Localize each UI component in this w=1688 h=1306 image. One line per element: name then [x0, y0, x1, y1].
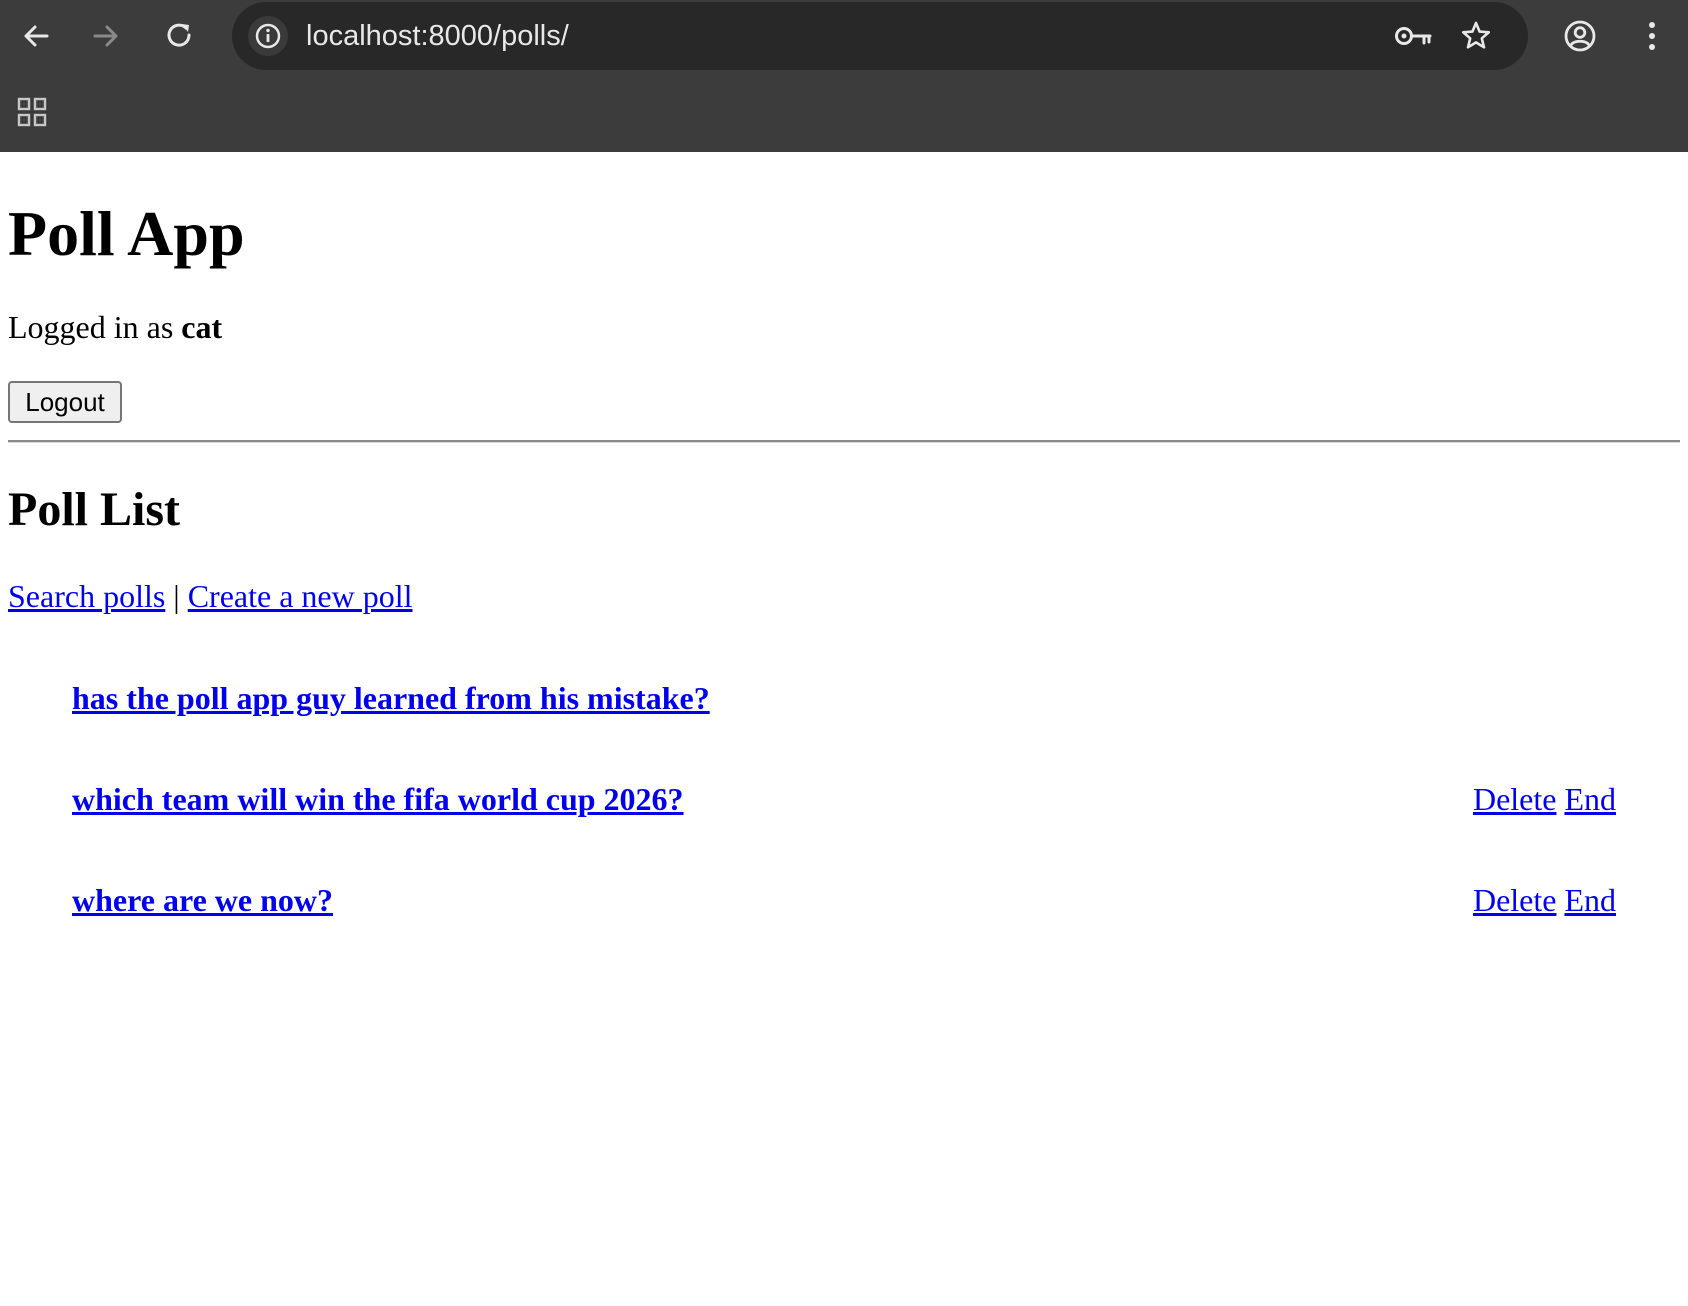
arrow-right-icon [93, 25, 118, 47]
list-item: which team will win the fifa world cup 2… [72, 777, 1616, 821]
apps-button[interactable] [12, 92, 52, 132]
browser-toolbar: localhost:8000/polls/ [0, 0, 1688, 72]
list-item: has the poll app guy learned from his mi… [72, 676, 1616, 720]
page-content: Poll App Logged in as cat Logout Poll Li… [0, 152, 1688, 1306]
search-polls-link[interactable]: Search polls [8, 578, 165, 614]
site-info-button[interactable] [248, 16, 288, 56]
link-separator: | [173, 578, 180, 614]
end-poll-link[interactable]: End [1564, 882, 1616, 918]
username: cat [181, 309, 223, 345]
login-status-prefix: Logged in as [8, 309, 182, 345]
section-title: Poll List [8, 483, 181, 536]
action-links: Search polls | Create a new poll [8, 576, 413, 616]
info-icon [255, 23, 281, 49]
bookmarks-bar [0, 72, 1688, 152]
kebab-menu-icon [1649, 22, 1655, 50]
poll-actions: Delete End [1473, 878, 1616, 922]
star-icon [1461, 21, 1491, 49]
login-status: Logged in as cat [8, 307, 222, 347]
back-button[interactable] [16, 16, 56, 56]
profile-button[interactable] [1560, 16, 1600, 56]
forward-button[interactable] [86, 16, 126, 56]
poll-title-link[interactable]: has the poll app guy learned from his mi… [72, 676, 710, 720]
profile-icon [1564, 20, 1596, 52]
address-bar[interactable]: localhost:8000/polls/ [232, 2, 1528, 70]
delete-poll-link[interactable]: Delete [1473, 882, 1557, 918]
create-poll-link[interactable]: Create a new poll [188, 578, 413, 614]
poll-actions: Delete End [1473, 777, 1616, 821]
delete-poll-link[interactable]: Delete [1473, 781, 1557, 817]
end-poll-link[interactable]: End [1564, 781, 1616, 817]
apps-grid-icon [17, 97, 47, 127]
key-icon [1395, 27, 1432, 45]
reload-icon [167, 23, 191, 47]
url-text[interactable]: localhost:8000/polls/ [306, 18, 569, 54]
list-item: where are we now? Delete End [72, 878, 1616, 922]
password-key-button[interactable] [1392, 18, 1436, 54]
page-title: Poll App [8, 198, 245, 269]
bookmark-star-button[interactable] [1456, 16, 1496, 56]
divider [8, 440, 1680, 443]
reload-button[interactable] [160, 16, 200, 56]
logout-button[interactable]: Logout [8, 381, 122, 423]
browser-menu-button[interactable] [1632, 16, 1672, 56]
arrow-left-icon [24, 25, 49, 47]
poll-title-link[interactable]: where are we now? [72, 878, 333, 922]
poll-title-link[interactable]: which team will win the fifa world cup 2… [72, 777, 684, 821]
